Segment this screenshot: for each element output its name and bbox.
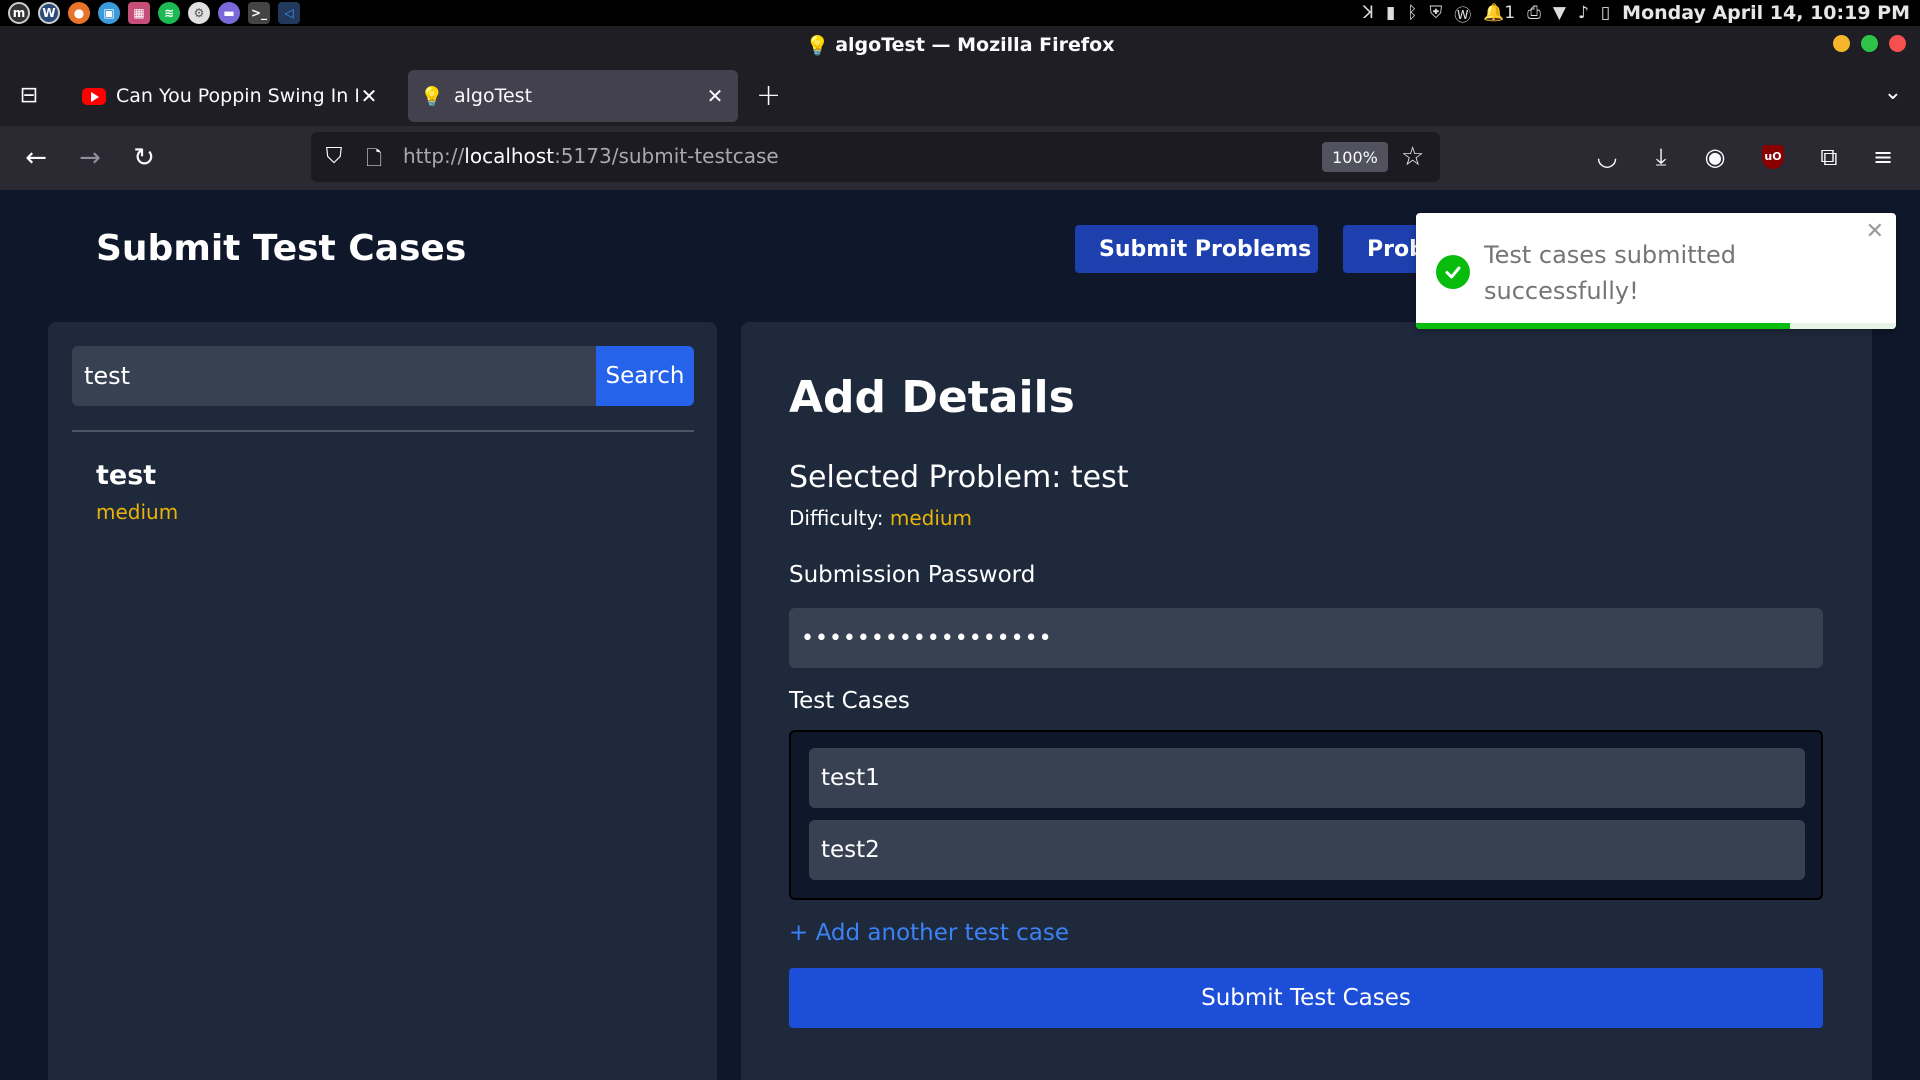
tab-label: Can You Poppin Swing In Every: [116, 85, 358, 107]
new-tab-button[interactable]: +: [756, 78, 781, 113]
toast-progress-bar: [1416, 323, 1791, 329]
address-bar[interactable]: ⛉ 🗋 http://localhost:5173/submit-testcas…: [311, 132, 1440, 182]
wifi-icon[interactable]: ▼: [1553, 3, 1566, 23]
test-case-input[interactable]: test1: [809, 748, 1805, 808]
problem-difficulty: medium: [96, 500, 179, 524]
test-cases-container: test1 test2: [789, 730, 1823, 900]
tracking-protection-shield-icon[interactable]: ⛉: [321, 144, 347, 170]
selected-problem-label: Selected Problem:: [789, 460, 1071, 495]
window-title-bar: 💡 algoTest — Mozilla Firefox: [0, 26, 1920, 64]
reload-icon[interactable]: ↻: [126, 140, 162, 176]
problem-search-panel: test Search test medium: [48, 322, 717, 1080]
battery-icon[interactable]: ▯: [1601, 3, 1610, 23]
zoom-level-button[interactable]: 100%: [1322, 142, 1388, 172]
vscode-icon[interactable]: ◁: [278, 2, 300, 24]
downloads-icon[interactable]: ⤓: [1644, 140, 1678, 174]
window-title: algoTest — Mozilla Firefox: [835, 34, 1115, 56]
printer-icon[interactable]: ⎙: [1527, 3, 1541, 23]
list-all-tabs-icon[interactable]: ⌄: [1884, 80, 1902, 105]
submit-test-cases-button[interactable]: Submit Test Cases: [789, 968, 1823, 1028]
account-icon[interactable]: ◉: [1698, 140, 1732, 174]
clipboard-icon[interactable]: ▮: [1386, 3, 1395, 23]
back-arrow-icon[interactable]: ←: [18, 140, 54, 176]
tab-label: algoTest: [454, 85, 533, 107]
problem-title: test: [96, 460, 157, 491]
menu-icon[interactable]: m: [8, 2, 30, 24]
ublock-icon[interactable]: uO: [1756, 140, 1790, 174]
page-info-icon[interactable]: 🗋: [363, 144, 385, 170]
tab-youtube[interactable]: Can You Poppin Swing In Every ✕: [70, 70, 392, 122]
os-launcher-icons: m W ● ▣ ▦ ≋ ⚙ ▬ >_ ◁: [0, 2, 300, 24]
bluetooth-icon[interactable]: ᛒ: [1407, 3, 1417, 23]
hamburger-menu-icon[interactable]: ≡: [1866, 140, 1900, 174]
url-host: localhost: [464, 144, 555, 168]
spotify-icon[interactable]: ≋: [158, 2, 180, 24]
tab-strip: ⊟ Can You Poppin Swing In Every ✕ 💡 algo…: [0, 64, 1920, 126]
tab-algotest[interactable]: 💡 algoTest ✕: [408, 70, 738, 122]
minimize-button[interactable]: [1833, 35, 1850, 52]
form-title: Add Details: [789, 372, 1075, 423]
page-title: Submit Test Cases: [96, 228, 467, 269]
window-controls: [1833, 35, 1906, 52]
url-text[interactable]: http://localhost:5173/submit-testcase: [403, 144, 779, 168]
notification-icon[interactable]: 🔔1: [1483, 3, 1515, 23]
firefox-icon[interactable]: ●: [68, 2, 90, 24]
difficulty: Difficulty: medium: [789, 506, 972, 530]
search-button[interactable]: Search: [596, 346, 694, 406]
list-item[interactable]: test medium: [72, 448, 694, 528]
wordpress-tray-icon[interactable]: Ⓦ: [1454, 1, 1471, 26]
notification-count: 1: [1504, 3, 1516, 23]
settings-app-icon[interactable]: ⚙: [188, 2, 210, 24]
youtube-icon: [82, 87, 106, 105]
password-field[interactable]: ••••••••••••••••••: [789, 608, 1823, 668]
notes-icon[interactable]: ▬: [218, 2, 240, 24]
toast-message: Test cases submitted successfully!: [1484, 241, 1737, 305]
audio-icon[interactable]: ♪: [1578, 3, 1589, 23]
add-details-panel: Add Details Selected Problem: test Diffi…: [741, 322, 1872, 1080]
test-cases-label: Test Cases: [789, 688, 910, 714]
test-case-input[interactable]: test2: [809, 820, 1805, 880]
bookmark-star-icon[interactable]: ☆: [1401, 142, 1424, 172]
lightbulb-icon: 💡: [420, 85, 444, 108]
add-test-case-link[interactable]: + Add another test case: [789, 920, 1069, 946]
url-scheme: http://: [403, 144, 465, 168]
system-tray: ꓘ ▮ ᛒ ⛨ Ⓦ 🔔1 ⎙ ▼ ♪ ▯ Monday April 14, 10…: [1363, 0, 1910, 26]
close-icon[interactable]: ✕: [1866, 219, 1884, 244]
difficulty-value: medium: [889, 506, 973, 530]
apps-icon[interactable]: ▦: [128, 2, 150, 24]
toast-progress-track: [1416, 323, 1896, 329]
navigation-bar: ← → ↻ ⛉ 🗋 http://localhost:5173/submit-t…: [0, 126, 1920, 190]
forward-arrow-icon[interactable]: →: [72, 140, 108, 176]
wordpress-icon[interactable]: W: [38, 2, 60, 24]
selected-problem: Selected Problem: test: [789, 460, 1129, 495]
url-path: :5173/submit-testcase: [554, 144, 779, 168]
extensions-icon[interactable]: ⧉: [1812, 140, 1846, 174]
tab-close-icon[interactable]: ✕: [704, 84, 726, 108]
clock[interactable]: Monday April 14, 10:19 PM: [1622, 2, 1910, 24]
files-icon[interactable]: ▣: [98, 2, 120, 24]
check-circle-icon: [1436, 255, 1470, 289]
lightbulb-icon: 💡: [805, 34, 830, 57]
shield-tray-icon[interactable]: ⛨: [1430, 3, 1443, 23]
os-top-bar: m W ● ▣ ▦ ≋ ⚙ ▬ >_ ◁ ꓘ ▮ ᛒ ⛨ Ⓦ 🔔1 ⎙ ▼ ♪ …: [0, 0, 1920, 26]
firefox-view-icon[interactable]: ⊟: [14, 82, 44, 108]
maximize-button[interactable]: [1861, 35, 1878, 52]
pocket-icon[interactable]: ◡: [1590, 140, 1624, 174]
tab-close-icon[interactable]: ✕: [358, 84, 380, 108]
difficulty-label: Difficulty:: [789, 506, 890, 530]
password-label: Submission Password: [789, 562, 1036, 588]
terminal-icon[interactable]: >_: [248, 2, 270, 24]
divider: [72, 430, 694, 432]
success-toast[interactable]: Test cases submitted successfully! ✕: [1416, 213, 1896, 329]
close-window-button[interactable]: [1889, 35, 1906, 52]
submit-problems-button[interactable]: Submit Problems: [1075, 225, 1318, 273]
tray-app-icon[interactable]: ꓘ: [1363, 3, 1374, 23]
search-input[interactable]: test: [72, 346, 596, 406]
selected-problem-value: test: [1070, 460, 1129, 495]
